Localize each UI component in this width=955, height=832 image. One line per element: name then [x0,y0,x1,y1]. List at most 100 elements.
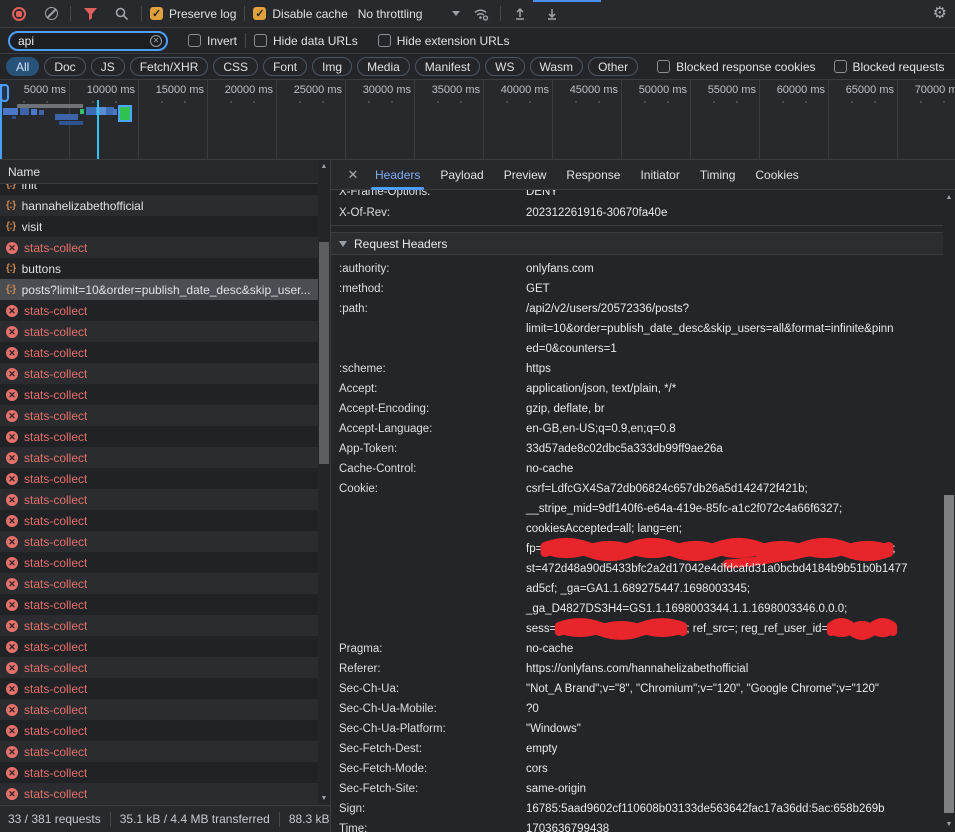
request-row[interactable]: ✕stats-collect [0,615,318,636]
request-row[interactable]: ✕stats-collect [0,573,318,594]
scrollbar-thumb[interactable] [319,242,329,464]
timeline-time-label: 15000 ms [140,84,204,96]
request-row[interactable]: ✕stats-collect [0,741,318,762]
export-har-button[interactable] [541,3,563,25]
filter-pill-font[interactable]: Font [263,57,307,76]
filter-pill-media[interactable]: Media [357,57,410,76]
scroll-up-icon[interactable]: ▲ [943,194,955,201]
settings-gear-icon[interactable]: ⚙ [933,4,947,24]
scroll-down-icon[interactable]: ▼ [318,795,330,802]
filter-pill-css[interactable]: CSS [213,57,258,76]
header-name: Accept: [331,379,526,399]
timeline-gridline [276,80,277,160]
filter-pill-all[interactable]: All [6,57,39,76]
scrollbar-thumb[interactable] [944,495,954,813]
request-row[interactable]: ✕stats-collect [0,636,318,657]
request-row[interactable]: ✕stats-collect [0,447,318,468]
filter-pill-fetch-xhr[interactable]: Fetch/XHR [130,57,209,76]
request-row[interactable]: ✕stats-collect [0,531,318,552]
filter-pill-js[interactable]: JS [91,57,125,76]
disable-cache-checkbox[interactable]: Disable cache [253,7,347,21]
request-row[interactable]: ✕ stats-collect [0,384,318,405]
request-row[interactable]: {:}init [0,184,318,195]
timeline-tick [575,101,577,103]
request-row[interactable]: ✕stats-collect [0,300,318,321]
request-row[interactable]: ✕stats-collect [0,699,318,720]
filter-pill-doc[interactable]: Doc [44,57,85,76]
timeline-tick [253,101,255,103]
clear-filter-icon[interactable]: ✕ [150,35,162,47]
filter-pill-wasm[interactable]: Wasm [530,57,584,76]
network-conditions-button[interactable] [470,3,492,25]
close-details-icon[interactable]: ✕ [341,167,365,183]
request-row[interactable]: {:}visit [0,216,318,237]
details-scrollbar[interactable]: ▲ ▼ [943,190,955,832]
toolbar-divider [500,6,501,21]
request-row[interactable]: ✕stats-collect [0,678,318,699]
hide-data-urls-checkbox[interactable]: Hide data URLs [254,34,358,48]
request-row[interactable]: ✕stats-collect [0,237,318,258]
header-value-line: no-cache [526,459,573,479]
name-column-header[interactable]: Name [0,160,330,184]
header-name: Sign: [331,799,526,819]
filter-checkbox-0[interactable]: Blocked response cookies [657,60,815,74]
header-value-text: gzip, deflate, br [526,399,605,419]
tab-cookies[interactable]: Cookies [745,160,808,190]
overview-drag-handle[interactable] [0,84,9,102]
scroll-down-icon[interactable]: ▼ [943,821,955,828]
request-row[interactable]: ✕stats-collect [0,321,318,342]
request-row[interactable]: ✕stats-collect [0,552,318,573]
request-row[interactable]: ✕stats-collect [0,363,318,384]
request-row[interactable]: ✕stats-collect [0,405,318,426]
tab-preview[interactable]: Preview [494,160,557,190]
filter-button[interactable] [79,3,101,25]
request-details-panel: ✕ HeadersPayloadPreviewResponseInitiator… [330,160,955,832]
checkbox-icon [188,34,201,47]
request-row[interactable]: {:}hannahelizabethofficial [0,195,318,216]
invert-checkbox[interactable]: Invert [188,34,237,48]
request-row[interactable]: ✕stats-collect [0,489,318,510]
request-list-scrollbar[interactable]: ▲ ▼ [318,160,330,805]
filter-pill-img[interactable]: Img [312,57,352,76]
filter-pill-manifest[interactable]: Manifest [415,57,480,76]
request-headers-section-header[interactable]: Request Headers [331,232,943,255]
tab-initiator[interactable]: Initiator [630,160,689,190]
clear-button[interactable] [40,3,62,25]
request-name-label: stats-collect [24,556,87,570]
tab-headers[interactable]: Headers [365,160,430,190]
hide-extension-urls-checkbox[interactable]: Hide extension URLs [378,34,510,48]
request-row[interactable]: ✕stats-collect [0,468,318,489]
request-row[interactable]: ✕stats-collect [0,426,318,447]
request-name-label: stats-collect [24,388,87,402]
search-button[interactable] [111,3,133,25]
header-row: Accept:application/json, text/plain, */* [331,379,943,399]
timeline-tick [920,101,922,103]
filter-checkbox-1[interactable]: Blocked requests [834,60,945,74]
preserve-log-checkbox[interactable]: Preserve log [150,7,236,21]
header-name: Accept-Encoding: [331,399,526,419]
checkbox-icon [378,34,391,47]
throttling-select[interactable]: No throttling [358,7,461,21]
request-row[interactable]: ✕stats-collect [0,762,318,783]
scroll-up-icon[interactable]: ▲ [318,163,330,170]
network-overview-timeline[interactable]: 5000 ms10000 ms15000 ms20000 ms25000 ms3… [0,80,955,160]
request-row[interactable]: ✕stats-collect [0,657,318,678]
filter-pill-ws[interactable]: WS [485,57,524,76]
request-row[interactable]: ✕stats-collect [0,510,318,531]
error-icon: ✕ [6,389,18,401]
request-row[interactable]: ✕stats-collect [0,783,318,804]
tab-timing[interactable]: Timing [690,160,746,190]
import-har-button[interactable] [509,3,531,25]
filter-text-input[interactable]: api ✕ [8,31,168,51]
request-row[interactable]: ✕stats-collect [0,594,318,615]
header-value-text: limit=10&order=publish_date_desc&skip_us… [526,319,894,339]
tab-response[interactable]: Response [556,160,630,190]
record-button[interactable] [8,3,30,25]
tab-payload[interactable]: Payload [430,160,493,190]
request-row[interactable]: ✕stats-collect [0,720,318,741]
filter-pill-other[interactable]: Other [588,57,638,76]
request-row[interactable]: ✕stats-collect [0,342,318,363]
request-row-selected[interactable]: {:}posts?limit=10&order=publish_date_des… [0,279,318,300]
request-row[interactable]: {:}buttons [0,258,318,279]
clear-icon [45,7,58,20]
